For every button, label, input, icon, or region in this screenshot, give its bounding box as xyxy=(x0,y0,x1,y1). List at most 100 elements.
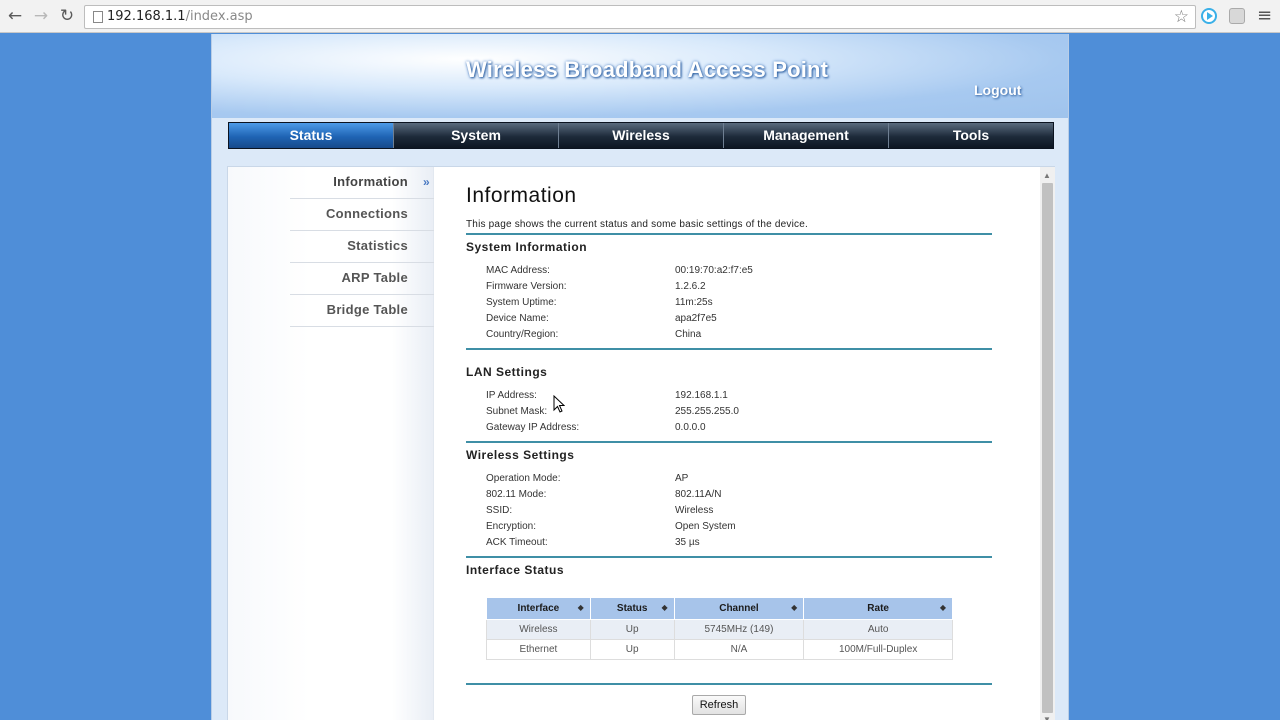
sidebar-item-label: Statistics xyxy=(347,238,408,253)
sidebar-item-label: Information xyxy=(333,174,408,189)
system-uptime-value: 11m:25s xyxy=(675,297,713,308)
menu-wireless[interactable]: Wireless xyxy=(558,123,723,148)
sidebar-item-information[interactable]: Information » xyxy=(290,167,434,199)
gateway-ip-value: 0.0.0.0 xyxy=(675,422,706,433)
table-cell: 100M/Full-Duplex xyxy=(803,639,953,660)
section-divider xyxy=(466,233,992,235)
sort-icon: ◆ xyxy=(791,603,798,612)
bookmark-star-icon[interactable]: ☆ xyxy=(1174,7,1189,27)
column-label: Interface xyxy=(517,603,560,614)
table-cell: Up xyxy=(589,619,675,640)
ssid-value: Wireless xyxy=(675,505,714,516)
device-name-label: Device Name: xyxy=(486,313,549,324)
column-header-interface[interactable]: Interface ◆ xyxy=(486,597,591,620)
interface-status-title: Interface Status xyxy=(466,563,565,577)
double-chevron-right-icon: » xyxy=(423,175,430,189)
sort-icon: ◆ xyxy=(577,603,584,612)
subnet-mask-label: Subnet Mask: xyxy=(486,406,548,417)
extension-play-icon[interactable] xyxy=(1201,8,1217,24)
table-row: Ethernet Up N/A 100M/Full-Duplex xyxy=(486,639,953,660)
mac-address-value: 00:19:70:a2:f7:e5 xyxy=(675,265,753,276)
sort-icon: ◆ xyxy=(939,603,946,612)
interface-status-table: Interface ◆ Status ◆ Channel ◆ Rate ◆ Wirele… xyxy=(486,597,953,660)
ssid-label: SSID: xyxy=(486,505,513,516)
page-banner-title: Wireless Broadband Access Point xyxy=(466,57,829,82)
sidebar-item-connections[interactable]: Connections xyxy=(290,199,434,231)
ack-timeout-value: 35 µs xyxy=(675,537,700,548)
table-cell: Ethernet xyxy=(486,639,591,660)
section-divider xyxy=(466,348,992,350)
country-region-value: China xyxy=(675,329,702,340)
system-uptime-label: System Uptime: xyxy=(486,297,557,308)
mouse-cursor-icon xyxy=(553,395,565,413)
router-page: Wireless Broadband Access Point Logout S… xyxy=(211,34,1069,720)
logout-link[interactable]: Logout xyxy=(974,82,1021,98)
refresh-button[interactable]: Refresh xyxy=(692,695,746,715)
sort-icon: ◆ xyxy=(661,603,668,612)
section-divider xyxy=(466,556,992,558)
scrollbar-thumb[interactable] xyxy=(1042,183,1053,713)
column-label: Rate xyxy=(867,603,889,614)
column-label: Channel xyxy=(719,603,759,614)
address-bar[interactable]: 192.168.1.1/index.asp ☆ xyxy=(84,5,1196,29)
sidebar-item-statistics[interactable]: Statistics xyxy=(290,231,434,263)
gateway-ip-label: Gateway IP Address: xyxy=(486,422,580,433)
encryption-label: Encryption: xyxy=(486,521,537,532)
operation-mode-label: Operation Mode: xyxy=(486,473,561,484)
scroll-up-arrow-icon[interactable]: ▲ xyxy=(1043,171,1051,180)
section-divider xyxy=(466,441,992,443)
firmware-version-label: Firmware Version: xyxy=(486,281,567,292)
ip-address-value: 192.168.1.1 xyxy=(675,390,728,401)
subnet-mask-value: 255.255.255.0 xyxy=(675,406,739,417)
ack-timeout-label: ACK Timeout: xyxy=(486,537,548,548)
scroll-down-arrow-icon[interactable]: ▼ xyxy=(1043,715,1051,720)
table-cell: Wireless xyxy=(486,619,591,640)
table-cell: N/A xyxy=(673,639,805,660)
sidebar-item-label: ARP Table xyxy=(341,270,408,285)
back-arrow-icon[interactable]: ← xyxy=(5,6,25,26)
lan-settings-title: LAN Settings xyxy=(466,365,548,379)
menu-system[interactable]: System xyxy=(393,123,558,148)
table-cell: 5745MHz (149) xyxy=(673,619,805,640)
menu-tools[interactable]: Tools xyxy=(888,123,1053,148)
menu-status[interactable]: Status xyxy=(229,123,393,148)
table-cell: Auto xyxy=(803,619,953,640)
column-header-status[interactable]: Status ◆ xyxy=(589,597,675,620)
table-row: Wireless Up 5745MHz (149) Auto xyxy=(486,619,953,640)
header-banner: Wireless Broadband Access Point Logout xyxy=(212,34,1068,118)
browser-menu-icon[interactable]: ≡ xyxy=(1257,5,1272,26)
country-region-label: Country/Region: xyxy=(486,329,559,340)
main-menu: Status System Wireless Management Tools xyxy=(228,122,1054,149)
sidebar: Information » Connections Statistics ARP… xyxy=(228,167,434,720)
ip-address-label: IP Address: xyxy=(486,390,537,401)
vertical-scrollbar[interactable]: ▲ ▼ xyxy=(1040,167,1055,720)
mode-80211-label: 802.11 Mode: xyxy=(486,489,547,500)
encryption-value: Open System xyxy=(675,521,736,532)
section-divider xyxy=(466,683,992,685)
sidebar-item-label: Connections xyxy=(325,206,408,221)
wireless-settings-title: Wireless Settings xyxy=(466,448,575,462)
content-frame: Information » Connections Statistics ARP… xyxy=(227,166,1055,720)
device-name-value: apa2f7e5 xyxy=(675,313,717,324)
sidebar-item-arp-table[interactable]: ARP Table xyxy=(290,263,434,295)
table-cell: Up xyxy=(589,639,675,660)
browser-toolbar: ← → ↻ 192.168.1.1/index.asp ☆ ≡ xyxy=(0,0,1280,33)
page-description: This page shows the current status and s… xyxy=(466,219,808,230)
menu-management[interactable]: Management xyxy=(723,123,888,148)
extension-shield-icon[interactable] xyxy=(1229,8,1245,24)
sidebar-item-label: Bridge Table xyxy=(326,302,408,317)
forward-arrow-icon[interactable]: → xyxy=(31,6,51,26)
url-text[interactable]: 192.168.1.1/index.asp xyxy=(107,9,253,24)
reload-icon[interactable]: ↻ xyxy=(57,6,77,26)
operation-mode-value: AP xyxy=(675,473,689,484)
page-title: Information xyxy=(466,184,577,207)
url-path: /index.asp xyxy=(185,9,253,24)
url-host: 192.168.1.1 xyxy=(107,9,186,24)
table-header-row: Interface ◆ Status ◆ Channel ◆ Rate ◆ xyxy=(486,597,953,620)
mac-address-label: MAC Address: xyxy=(486,265,550,276)
sidebar-item-bridge-table[interactable]: Bridge Table xyxy=(290,295,434,327)
column-header-rate[interactable]: Rate ◆ xyxy=(803,597,953,620)
main-content: Information This page shows the current … xyxy=(466,167,996,720)
column-label: Status xyxy=(616,603,648,614)
column-header-channel[interactable]: Channel ◆ xyxy=(673,597,805,620)
